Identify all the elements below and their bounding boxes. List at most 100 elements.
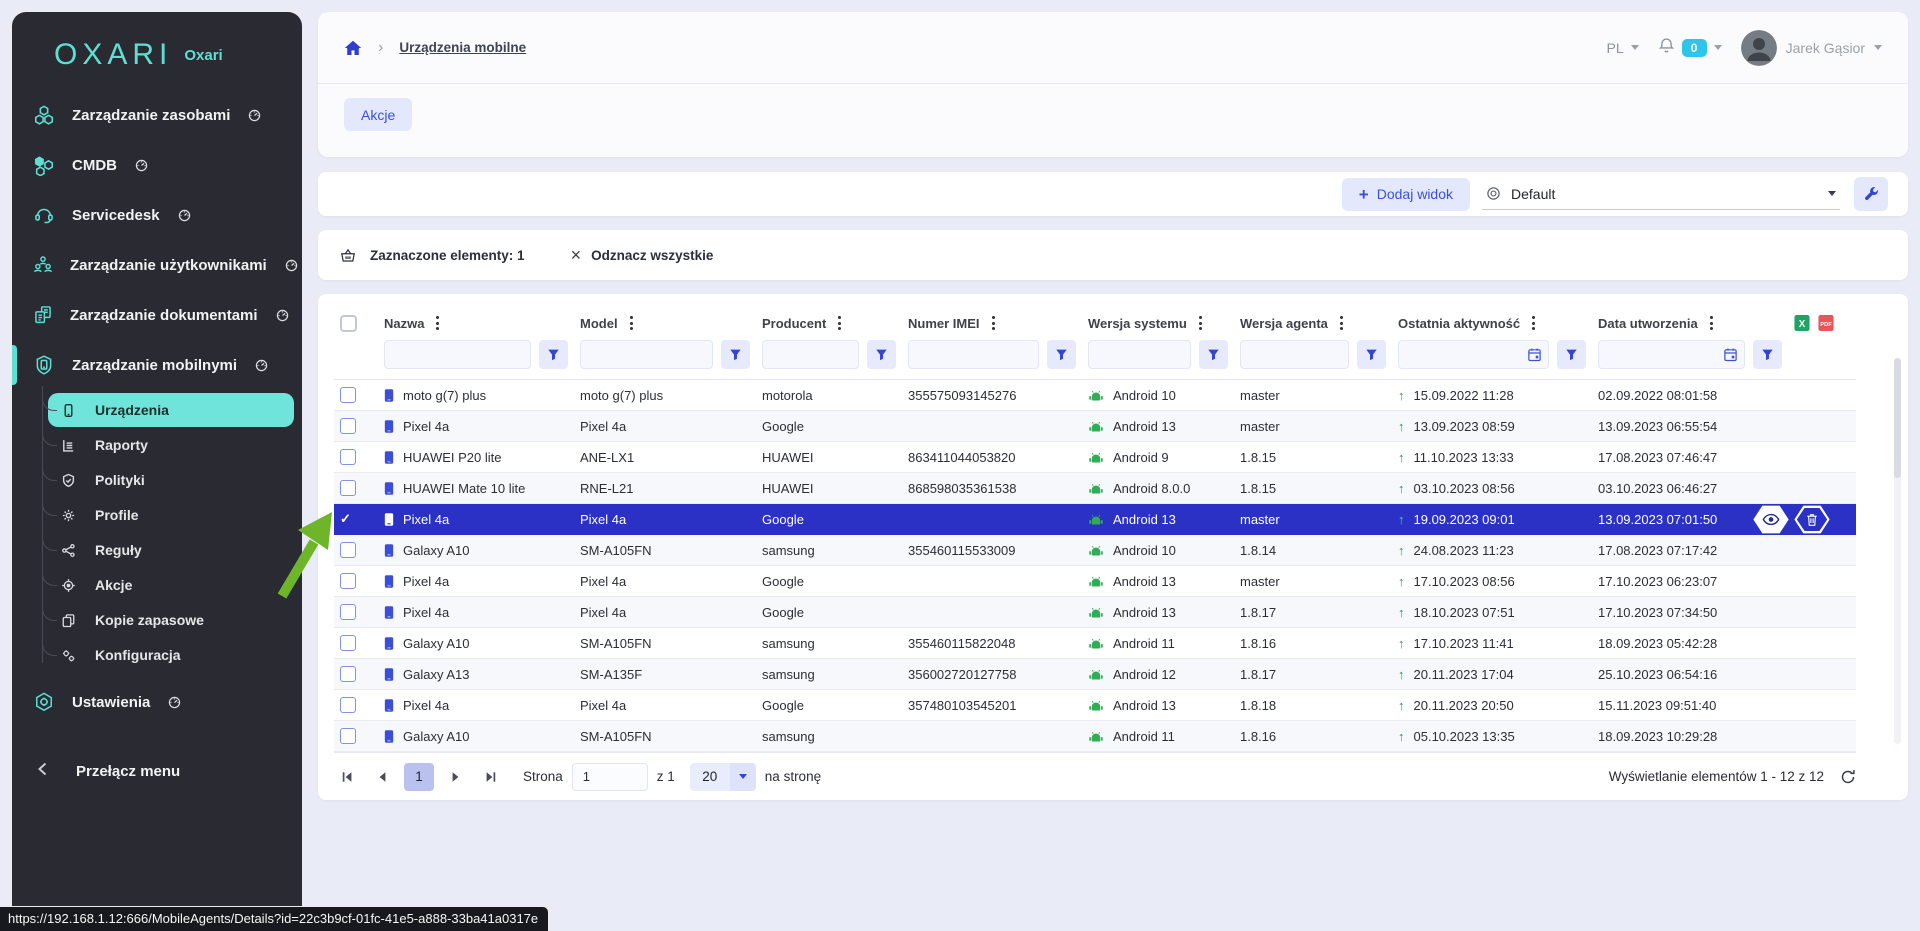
column-menu-icon[interactable]	[1708, 314, 1715, 332]
column-menu-icon[interactable]	[628, 314, 635, 332]
brand-logo[interactable]: OXARI Oxari	[12, 12, 302, 90]
filter-input[interactable]	[384, 340, 531, 369]
filter-button[interactable]	[867, 340, 896, 369]
table-row[interactable]: HUAWEI Mate 10 liteRNE-L21HUAWEI86859803…	[334, 473, 1856, 504]
table-row[interactable]: Pixel 4aPixel 4aGoogleAndroid 131.8.17↑1…	[334, 597, 1856, 628]
sidebar-subitem-policies[interactable]: Polityki	[48, 463, 294, 497]
table-row[interactable]: Pixel 4aPixel 4aGoogleAndroid 13master↑1…	[334, 566, 1856, 597]
sidebar-item-settings[interactable]: Ustawienia	[12, 677, 302, 727]
home-icon[interactable]	[344, 40, 362, 56]
filter-button[interactable]	[1199, 340, 1228, 369]
table-row[interactable]: Galaxy A10SM-A105FNsamsung35546011582204…	[334, 628, 1856, 659]
breadcrumb-current-link[interactable]: Urządzenia mobilne	[399, 40, 526, 55]
row-checkbox[interactable]	[340, 666, 356, 682]
last-page-button[interactable]	[478, 764, 504, 790]
deselect-all-button[interactable]: × Odznacz wszystkie	[571, 246, 714, 264]
activity-icon: ↑	[1398, 388, 1405, 403]
view-select[interactable]: Default	[1482, 178, 1840, 210]
notifications-button[interactable]: 0	[1658, 37, 1722, 59]
add-view-button[interactable]: + Dodaj widok	[1342, 178, 1470, 211]
sidebar-subitem-actions[interactable]: Akcje	[48, 568, 294, 602]
row-checkbox[interactable]	[340, 635, 356, 651]
row-checkbox[interactable]	[340, 542, 356, 558]
avatar[interactable]	[1741, 30, 1777, 66]
filter-input[interactable]	[908, 340, 1039, 369]
calendar-icon[interactable]	[1527, 347, 1542, 362]
sidebar-subitem-config[interactable]: Konfiguracja	[48, 638, 294, 672]
row-checkbox[interactable]	[340, 418, 356, 434]
table-row[interactable]: Galaxy A10SM-A105FNsamsung35546011553300…	[334, 535, 1856, 566]
column-menu-icon[interactable]	[990, 314, 997, 332]
select-all-checkbox[interactable]	[340, 315, 357, 332]
activity-icon: ↑	[1398, 450, 1405, 465]
filter-button[interactable]	[721, 340, 750, 369]
refresh-icon[interactable]	[1840, 769, 1856, 785]
column-menu-icon[interactable]	[1197, 314, 1204, 332]
row-checkbox[interactable]	[340, 387, 356, 403]
filter-button[interactable]	[1753, 340, 1782, 369]
language-selector[interactable]: PL	[1607, 40, 1639, 56]
sidebar-subitem-device[interactable]: Urządzenia	[48, 393, 294, 427]
filter-input[interactable]	[580, 340, 713, 369]
view-details-button[interactable]	[1753, 505, 1789, 534]
vertical-scrollbar[interactable]	[1894, 358, 1901, 744]
row-checked-icon[interactable]: ✓	[340, 511, 351, 527]
table-row[interactable]: Pixel 4aPixel 4aGoogleAndroid 13master↑1…	[334, 411, 1856, 442]
filter-input[interactable]	[1240, 340, 1349, 369]
row-checkbox[interactable]	[340, 697, 356, 713]
sidebar-item-assets[interactable]: Zarządzanie zasobami	[12, 90, 302, 140]
filter-button[interactable]	[1357, 340, 1386, 369]
sidebar-subitem-rules[interactable]: Reguły	[48, 533, 294, 567]
delete-button[interactable]	[1794, 505, 1830, 534]
table-row[interactable]: moto g(7) plusmoto g(7) plusmotorola3555…	[334, 380, 1856, 411]
prev-page-button[interactable]	[369, 764, 395, 790]
calendar-icon[interactable]	[1723, 347, 1738, 362]
header-card: › Urządzenia mobilne PL 0 Jarek Gąsior	[318, 12, 1908, 157]
table-row[interactable]: Pixel 4aPixel 4aGoogle357480103545201And…	[334, 690, 1856, 721]
page-number-button[interactable]: 1	[404, 763, 434, 791]
row-checkbox[interactable]	[340, 604, 356, 620]
view-settings-button[interactable]	[1854, 177, 1888, 211]
table-row[interactable]: Galaxy A10SM-A105FNsamsungAndroid 111.8.…	[334, 721, 1856, 752]
column-menu-icon[interactable]	[1530, 314, 1537, 332]
notification-badge: 0	[1682, 39, 1707, 57]
row-checkbox[interactable]	[340, 573, 356, 589]
collapse-menu-button[interactable]: Przełącz menu	[12, 761, 302, 782]
row-checkbox[interactable]	[340, 480, 356, 496]
android-icon	[1088, 482, 1104, 495]
filter-button[interactable]	[1557, 340, 1586, 369]
sidebar-item-users[interactable]: Zarządzanie użytkownikami	[12, 240, 302, 290]
actions-button[interactable]: Akcje	[344, 98, 412, 131]
filter-input[interactable]	[1398, 340, 1549, 369]
sidebar-item-mobile[interactable]: Zarządzanie mobilnymi	[12, 340, 302, 390]
table-row[interactable]: ✓Pixel 4aPixel 4aGoogleAndroid 13master↑…	[334, 504, 1856, 535]
row-checkbox[interactable]	[340, 728, 356, 744]
android-icon	[1088, 513, 1104, 526]
filter-input[interactable]	[762, 340, 859, 369]
sidebar-item-servicedesk[interactable]: Servicedesk	[12, 190, 302, 240]
sidebar-subitem-profiles[interactable]: Profile	[48, 498, 294, 532]
activity-icon: ↑	[1398, 543, 1405, 558]
user-name[interactable]: Jarek Gąsior	[1786, 40, 1865, 56]
chevron-down-icon	[1828, 191, 1836, 196]
first-page-button[interactable]	[334, 764, 360, 790]
row-checkbox[interactable]	[340, 449, 356, 465]
sidebar-subitem-backups[interactable]: Kopie zapasowe	[48, 603, 294, 637]
next-page-button[interactable]	[443, 764, 469, 790]
export-pdf-icon[interactable]: PDF	[1818, 314, 1834, 332]
sidebar-subitem-reports[interactable]: Raporty	[48, 428, 294, 462]
table-row[interactable]: HUAWEI P20 liteANE-LX1HUAWEI863411044053…	[334, 442, 1856, 473]
page-input[interactable]	[572, 763, 648, 791]
sidebar-item-documents[interactable]: Zarządzanie dokumentami	[12, 290, 302, 340]
filter-button[interactable]	[1047, 340, 1076, 369]
column-menu-icon[interactable]	[434, 314, 441, 332]
column-menu-icon[interactable]	[836, 314, 843, 332]
table-row[interactable]: Galaxy A13SM-A135Fsamsung356002720127758…	[334, 659, 1856, 690]
sidebar-item-cmdb[interactable]: CMDB	[12, 140, 302, 190]
column-menu-icon[interactable]	[1338, 314, 1345, 332]
export-excel-icon[interactable]: X	[1794, 314, 1810, 332]
page-size-select[interactable]: 20	[690, 763, 756, 791]
filter-button[interactable]	[539, 340, 568, 369]
filter-input[interactable]	[1598, 340, 1745, 369]
filter-input[interactable]	[1088, 340, 1191, 369]
